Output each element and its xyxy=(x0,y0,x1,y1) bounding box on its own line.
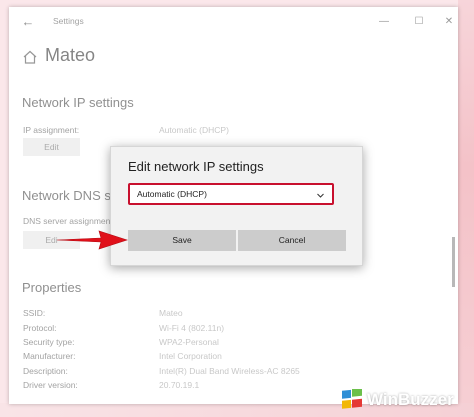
scrollbar[interactable] xyxy=(452,237,455,287)
save-button[interactable]: Save xyxy=(128,230,236,251)
desktop-background xyxy=(458,0,474,417)
watermark-text: WinBuzzer xyxy=(367,390,454,409)
watermark: WinBuzzer xyxy=(340,388,454,412)
ip-mode-dropdown[interactable]: Automatic (DHCP) xyxy=(128,183,334,205)
cancel-button[interactable]: Cancel xyxy=(238,230,346,251)
chevron-down-icon xyxy=(317,193,324,198)
annotation-arrow-icon xyxy=(56,230,128,250)
dropdown-selected-value: Automatic (DHCP) xyxy=(137,189,207,199)
edit-ip-dialog: Edit network IP settings Automatic (DHCP… xyxy=(110,146,363,266)
winbuzzer-logo-icon xyxy=(342,389,362,409)
dialog-title: Edit network IP settings xyxy=(128,159,264,174)
